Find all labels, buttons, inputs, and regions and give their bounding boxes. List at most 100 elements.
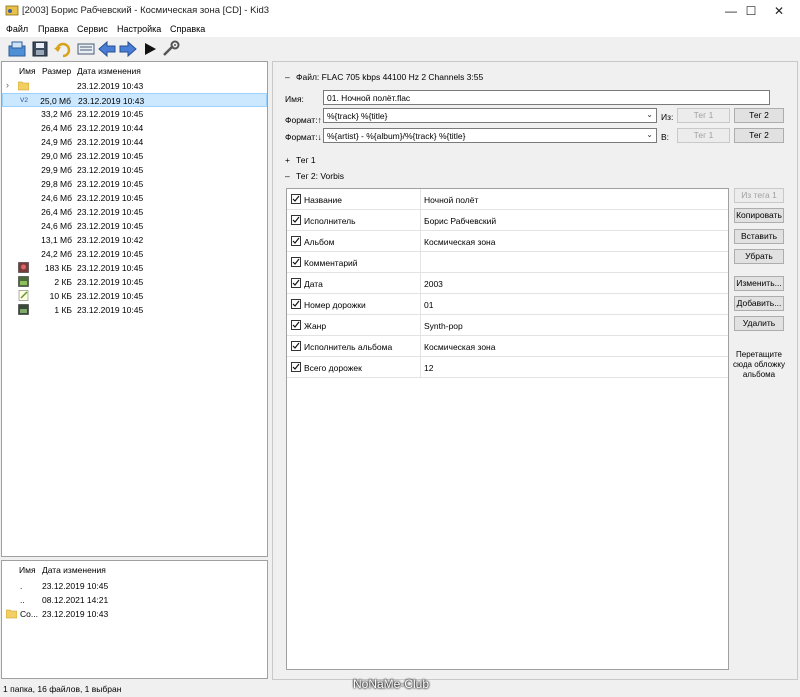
menu-settings[interactable]: Настройка <box>117 24 161 34</box>
cover-drop-hint[interactable]: Перетащите сюда обложку альбома <box>728 350 790 380</box>
field-value[interactable]: Борис Рабчевский <box>424 216 496 226</box>
file-date: 23.12.2019 10:45 <box>77 165 144 175</box>
delete-button[interactable]: Удалить <box>734 316 784 331</box>
file-size: 24,2 Мб <box>41 249 72 259</box>
tag-field-row[interactable]: Исполнитель Борис Рабчевский <box>287 210 728 231</box>
dir-col-header-name[interactable]: Имя <box>19 565 36 575</box>
field-name: Номер дорожки <box>304 300 366 310</box>
format-down-combo[interactable]: %{artist} - %{album}/%{track} %{title} ⌄ <box>323 128 657 143</box>
from-tag2-button[interactable]: Тег 2 <box>734 108 784 123</box>
tag-field-row[interactable]: Жанр Synth-pop <box>287 315 728 336</box>
checkbox[interactable] <box>291 299 301 309</box>
col-header-size[interactable]: Размер <box>42 66 71 76</box>
field-name: Название <box>304 195 342 205</box>
checkbox[interactable] <box>291 236 301 246</box>
to-tag1-button[interactable]: Тег 1 <box>677 128 730 143</box>
next-icon[interactable] <box>118 40 138 58</box>
file-row[interactable]: 183 КБ 23.12.2019 10:45 <box>2 261 267 275</box>
tag1-section-label[interactable]: Тег 1 <box>296 155 316 165</box>
dir-row[interactable]: . 23.12.2019 10:45 <box>2 579 267 593</box>
field-name: Исполнитель <box>304 216 356 226</box>
tag2-section-label[interactable]: Тег 2: Vorbis <box>296 171 344 181</box>
from-tag1-copy-button[interactable]: Из тега 1 <box>734 188 784 203</box>
file-section-collapse-icon[interactable]: – <box>285 72 290 82</box>
file-row-selected[interactable]: V2 25,0 Мб 23.12.2019 10:43 <box>2 93 267 107</box>
file-row[interactable]: 26,4 Мб 23.12.2019 10:45 <box>2 205 267 219</box>
menu-edit[interactable]: Правка <box>38 24 68 34</box>
remove-button[interactable]: Убрать <box>734 249 784 264</box>
status-text: 1 папка, 16 файлов, 1 выбран <box>3 684 122 694</box>
paste-button[interactable]: Вставить <box>734 229 784 244</box>
tag-field-row[interactable]: Название Ночной полёт <box>287 189 728 210</box>
file-row[interactable]: › 23.12.2019 10:43 <box>2 79 267 93</box>
file-row[interactable]: 29,8 Мб 23.12.2019 10:45 <box>2 177 267 191</box>
col-header-date[interactable]: Дата изменения <box>77 66 141 76</box>
format-up-combo[interactable]: %{track} %{title} ⌄ <box>323 108 657 123</box>
image-file-icon <box>18 304 29 315</box>
copy-button[interactable]: Копировать <box>734 208 784 223</box>
file-row[interactable]: 10 КБ 23.12.2019 10:45 <box>2 289 267 303</box>
field-value[interactable]: 2003 <box>424 279 443 289</box>
file-row[interactable]: 29,9 Мб 23.12.2019 10:45 <box>2 163 267 177</box>
field-value[interactable]: Космическая зона <box>424 342 495 352</box>
field-value[interactable]: Synth-pop <box>424 321 463 331</box>
dir-row[interactable]: .. 08.12.2021 14:21 <box>2 593 267 607</box>
field-value[interactable]: 01 <box>424 300 433 310</box>
format-down-label: Формат:↓ <box>285 132 322 142</box>
file-size: 24,6 Мб <box>41 221 72 231</box>
menu-tools[interactable]: Сервис <box>77 24 108 34</box>
close-button[interactable]: ✕ <box>756 0 800 22</box>
filename-input[interactable]: 01. Ночной полёт.flac <box>323 90 770 105</box>
checkbox[interactable] <box>291 194 301 204</box>
from-tag1-button[interactable]: Тег 1 <box>677 108 730 123</box>
field-value[interactable]: Ночной полёт <box>424 195 478 205</box>
file-row[interactable]: 24,9 Мб 23.12.2019 10:44 <box>2 135 267 149</box>
menu-file[interactable]: Файл <box>6 24 28 34</box>
file-row[interactable]: 24,6 Мб 23.12.2019 10:45 <box>2 219 267 233</box>
edit-button[interactable]: Изменить... <box>734 276 784 291</box>
playlist-icon[interactable] <box>76 40 96 58</box>
to-label: В: <box>661 132 670 142</box>
file-row[interactable]: 29,0 Мб 23.12.2019 10:45 <box>2 149 267 163</box>
tag-field-row[interactable]: Дата 2003 <box>287 273 728 294</box>
checkbox[interactable] <box>291 257 301 267</box>
checkbox[interactable] <box>291 341 301 351</box>
file-row[interactable]: 33,2 Мб 23.12.2019 10:45 <box>2 107 267 121</box>
play-icon[interactable] <box>140 40 160 58</box>
checkbox[interactable] <box>291 278 301 288</box>
tag-field-row[interactable]: Исполнитель альбома Космическая зона <box>287 336 728 357</box>
file-row[interactable]: 24,2 Мб 23.12.2019 10:45 <box>2 247 267 261</box>
tag1-expand-icon[interactable]: + <box>285 155 290 165</box>
file-date: 23.12.2019 10:43 <box>77 81 144 91</box>
dir-row[interactable]: Co... 23.12.2019 10:43 <box>2 607 267 621</box>
expand-arrow-icon[interactable]: › <box>6 80 9 90</box>
settings-icon[interactable] <box>161 40 181 58</box>
file-date: 23.12.2019 10:45 <box>77 179 144 189</box>
tag-field-row[interactable]: Комментарий <box>287 252 728 273</box>
checkbox[interactable] <box>291 215 301 225</box>
revert-icon[interactable] <box>53 40 73 58</box>
tag-field-row[interactable]: Номер дорожки 01 <box>287 294 728 315</box>
previous-icon[interactable] <box>97 40 117 58</box>
file-row[interactable]: 24,6 Мб 23.12.2019 10:45 <box>2 191 267 205</box>
menu-help[interactable]: Справка <box>170 24 205 34</box>
col-header-name[interactable]: Имя <box>19 66 36 76</box>
open-icon[interactable] <box>7 40 27 58</box>
dir-col-header-date[interactable]: Дата изменения <box>42 565 106 575</box>
file-row[interactable]: 13,1 Мб 23.12.2019 10:42 <box>2 233 267 247</box>
field-value[interactable]: Космическая зона <box>424 237 495 247</box>
file-row[interactable]: 1 КБ 23.12.2019 10:45 <box>2 303 267 317</box>
checkbox[interactable] <box>291 362 301 372</box>
file-size: 10 КБ <box>49 291 72 301</box>
to-tag2-button[interactable]: Тег 2 <box>734 128 784 143</box>
save-icon[interactable] <box>30 40 50 58</box>
file-row[interactable]: 2 КБ 23.12.2019 10:45 <box>2 275 267 289</box>
file-row[interactable]: 26,4 Мб 23.12.2019 10:44 <box>2 121 267 135</box>
add-button[interactable]: Добавить... <box>734 296 784 311</box>
checkbox[interactable] <box>291 320 301 330</box>
tag-field-row[interactable]: Всего дорожек 12 <box>287 357 728 378</box>
tag2-collapse-icon[interactable]: – <box>285 171 290 181</box>
field-value[interactable]: 12 <box>424 363 433 373</box>
tag-field-row[interactable]: Альбом Космическая зона <box>287 231 728 252</box>
file-date: 23.12.2019 10:44 <box>77 123 144 133</box>
